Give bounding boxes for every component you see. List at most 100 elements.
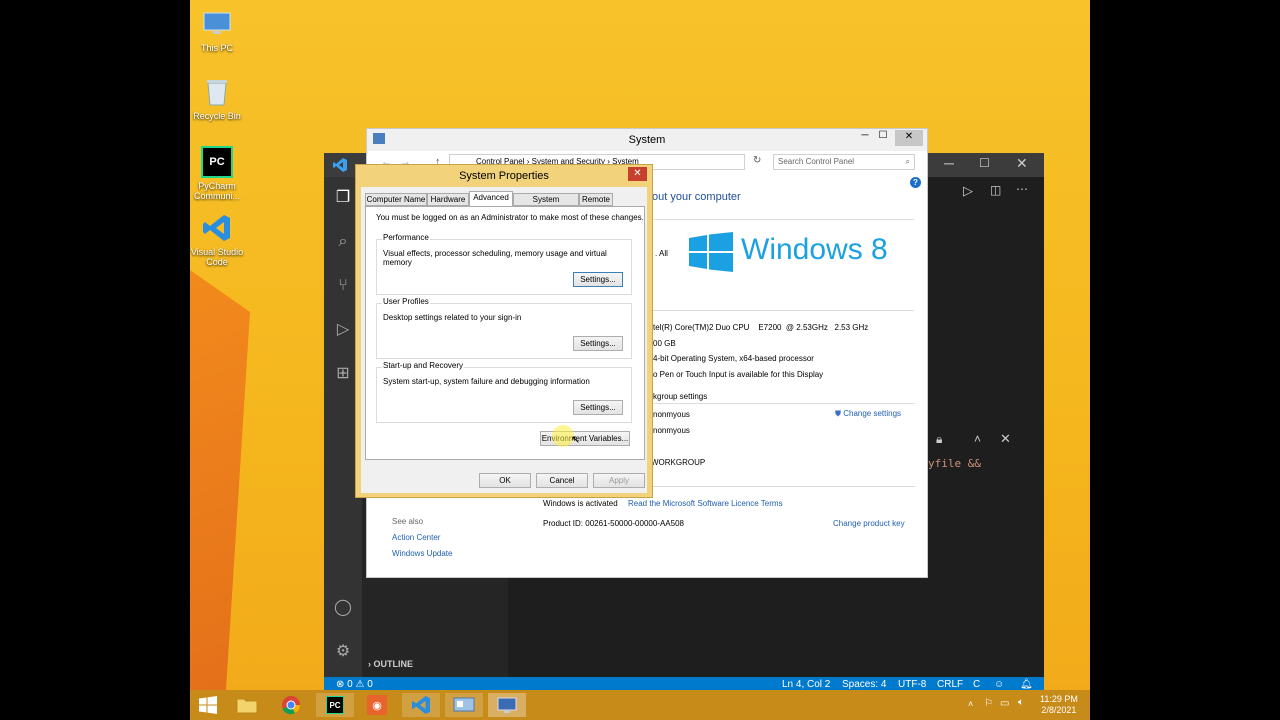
- taskbar-file-explorer[interactable]: [228, 693, 266, 717]
- performance-settings-button[interactable]: Settings...: [573, 272, 623, 287]
- tab-hardware[interactable]: Hardware: [427, 193, 469, 206]
- notifications-icon[interactable]: 🔔︎: [1020, 679, 1033, 690]
- lock-icon[interactable]: 🔒︎: [936, 432, 942, 447]
- chrome-icon: [282, 696, 300, 715]
- code-text[interactable]: yfile &&: [928, 457, 981, 470]
- more-actions-icon[interactable]: ⋯: [1016, 182, 1028, 196]
- minimize-icon[interactable]: ─: [944, 155, 954, 171]
- maximize-icon[interactable]: ☐: [979, 156, 990, 170]
- account-icon[interactable]: ◯: [332, 597, 354, 619]
- tab-system-protection[interactable]: System Protection: [513, 193, 579, 215]
- network-icon[interactable]: ▭: [1000, 698, 1009, 709]
- mouse-cursor-icon: ↖: [571, 434, 581, 446]
- cursor-position[interactable]: Ln 4, Col 2: [782, 679, 830, 690]
- computer-icon: [201, 8, 233, 40]
- system-window-titlebar: System ─ ☐ ✕: [367, 129, 927, 151]
- refresh-icon[interactable]: ↻: [753, 155, 761, 166]
- split-editor-icon[interactable]: ◫: [990, 183, 1001, 197]
- problems-indicator[interactable]: ⊗ 0 ⚠ 0: [336, 679, 373, 690]
- performance-group: Performance Visual effects, processor sc…: [376, 233, 632, 295]
- clock-time: 11:29 PM: [1040, 694, 1078, 704]
- taskbar-system-properties[interactable]: [488, 693, 526, 717]
- help-icon[interactable]: ?: [910, 177, 921, 188]
- spec-ram: 00 GB: [653, 339, 676, 348]
- desktop-icon-pycharm[interactable]: PC PyCharm Communi...: [190, 146, 245, 201]
- page-heading: out your computer: [652, 191, 741, 203]
- desktop-icon-recycle-bin[interactable]: Recycle Bin: [190, 76, 245, 121]
- tab-advanced[interactable]: Advanced: [469, 191, 513, 207]
- taskbar-recorder[interactable]: ◉: [358, 693, 396, 717]
- encoding-indicator[interactable]: UTF-8: [898, 679, 926, 690]
- taskbar-vscode[interactable]: [402, 693, 440, 717]
- indentation-indicator[interactable]: Spaces: 4: [842, 679, 886, 690]
- search-input[interactable]: Search Control Panel ⌕: [773, 154, 915, 170]
- startup-recovery-settings-button[interactable]: Settings...: [573, 400, 623, 415]
- search-icon[interactable]: ⌕: [332, 231, 354, 253]
- taskbar-chrome[interactable]: [272, 693, 310, 717]
- windows-start-icon: [199, 696, 217, 714]
- extensions-icon[interactable]: ⊞: [332, 363, 354, 385]
- dialog-close-button[interactable]: ✕: [628, 167, 647, 181]
- clock-date: 2/8/2021: [1041, 705, 1077, 715]
- activation-status: Windows is activated: [543, 499, 618, 508]
- chevron-up-icon[interactable]: ˄: [974, 432, 981, 446]
- close-icon[interactable]: ✕: [1016, 155, 1028, 172]
- pycharm-icon: PC: [326, 696, 344, 714]
- panel-close-icon[interactable]: ✕: [1000, 431, 1011, 447]
- close-icon[interactable]: ✕: [895, 130, 923, 146]
- start-button[interactable]: [190, 693, 226, 717]
- chevron-right-icon: ›: [368, 659, 371, 669]
- desktop-icon-vscode[interactable]: Visual Studio Code: [190, 212, 245, 267]
- volume-icon[interactable]: 🔈︎: [1018, 697, 1024, 708]
- tab-computer-name[interactable]: Computer Name: [365, 193, 427, 206]
- outline-section[interactable]: › OUTLINE: [368, 659, 413, 669]
- run-debug-icon[interactable]: ▷: [332, 319, 354, 341]
- group-label: Start-up and Recovery: [382, 361, 465, 370]
- feedback-icon[interactable]: ☺: [994, 679, 1004, 690]
- dialog-title: System Properties: [459, 170, 549, 182]
- system-window-icon: [373, 133, 385, 144]
- tab-remote[interactable]: Remote: [579, 193, 613, 206]
- system-window-title: System: [628, 134, 666, 146]
- edition-text: . All: [655, 249, 668, 258]
- change-settings-link[interactable]: ⛊ Change settings: [835, 409, 901, 419]
- product-id: Product ID: 00261-50000-00000-AA508: [543, 519, 684, 528]
- taskbar-control-panel[interactable]: [445, 693, 483, 717]
- apply-button[interactable]: Apply: [593, 473, 645, 488]
- taskbar: PC ◉ ˄ ⚐ ▭ 🔈︎ 11:29 PM 2/8/2021: [190, 690, 1090, 720]
- licence-terms-link[interactable]: Read the Microsoft Software Licence Term…: [628, 499, 783, 508]
- windows-update-link[interactable]: Windows Update: [392, 549, 452, 558]
- vscode-icon: [201, 212, 233, 244]
- settings-gear-icon[interactable]: ⚙: [332, 641, 354, 663]
- advanced-tab-panel: You must be logged on as an Administrato…: [365, 206, 645, 460]
- taskbar-pycharm[interactable]: PC: [316, 693, 354, 717]
- show-hidden-icons-icon[interactable]: ˄: [968, 699, 973, 709]
- desktop-icon-label: Visual Studio Code: [190, 247, 244, 267]
- ok-button[interactable]: OK: [479, 473, 531, 488]
- desktop-icon-this-pc[interactable]: This PC: [190, 8, 245, 53]
- change-product-key-link[interactable]: Change product key: [833, 519, 905, 528]
- control-panel-icon: [453, 697, 475, 712]
- user-profiles-settings-button[interactable]: Settings...: [573, 336, 623, 351]
- vscode-icon: [412, 696, 430, 714]
- cancel-button[interactable]: Cancel: [536, 473, 588, 488]
- source-control-icon[interactable]: ⑂: [332, 275, 354, 297]
- user-profiles-group: User Profiles Desktop settings related t…: [376, 297, 632, 359]
- desktop-icon-label: This PC: [200, 43, 233, 53]
- recorder-icon: ◉: [367, 695, 387, 715]
- explorer-icon[interactable]: ❐: [332, 187, 354, 209]
- system-properties-dialog: System Properties ✕ Computer Name Hardwa…: [355, 164, 653, 498]
- system-clock[interactable]: 11:29 PM 2/8/2021: [1040, 694, 1078, 716]
- action-center-link[interactable]: Action Center: [392, 533, 440, 542]
- language-indicator[interactable]: C: [973, 679, 980, 690]
- maximize-icon[interactable]: ☐: [875, 129, 891, 145]
- desktop-icon-label: Recycle Bin: [193, 111, 241, 121]
- action-center-flag-icon[interactable]: ⚐: [984, 698, 993, 709]
- startup-recovery-group: Start-up and Recovery System start-up, s…: [376, 361, 632, 423]
- run-icon[interactable]: ▷: [963, 183, 973, 199]
- eol-indicator[interactable]: CRLF: [937, 679, 963, 690]
- minimize-icon[interactable]: ─: [857, 129, 873, 145]
- see-also-label: See also: [392, 517, 424, 526]
- spec-pen-touch: o Pen or Touch Input is available for th…: [653, 370, 824, 379]
- desktop-wallpaper-shape: [190, 270, 250, 690]
